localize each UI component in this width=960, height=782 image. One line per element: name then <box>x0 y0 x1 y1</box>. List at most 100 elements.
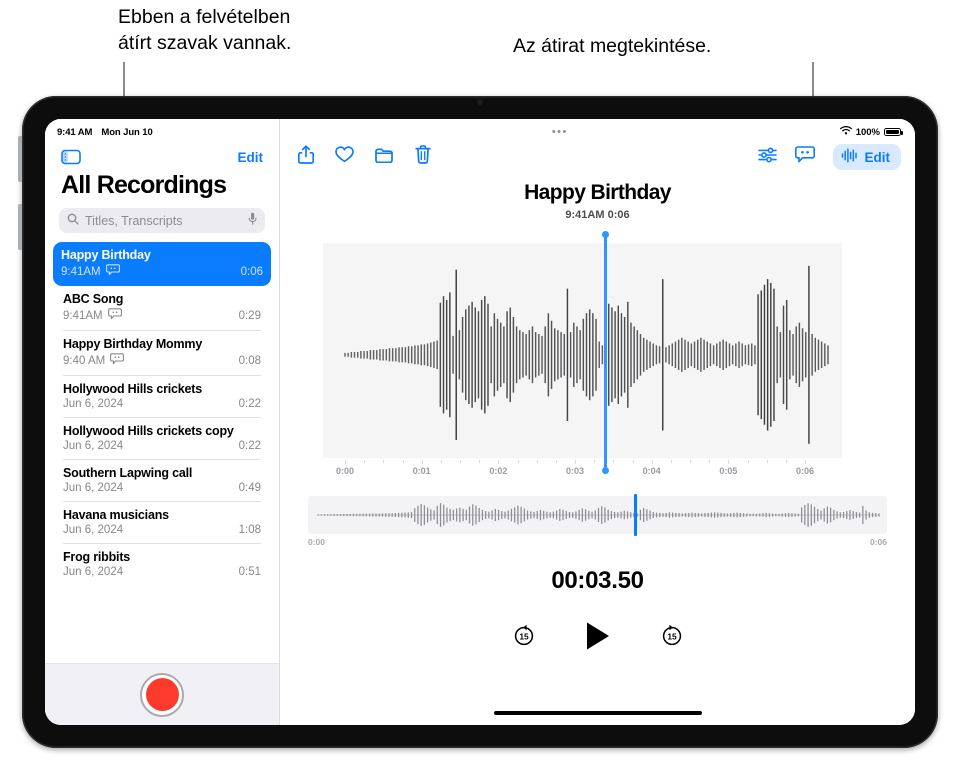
sidebar-edit-button[interactable]: Edit <box>238 150 264 165</box>
list-item[interactable]: Happy Birthday 9:41AM 0:06 <box>53 242 271 286</box>
list-item-meta: 9:40 AM 0:08 <box>63 353 261 368</box>
overview-playhead[interactable] <box>633 494 638 536</box>
callout-right-text: Az átirat megtekintése. <box>513 35 712 57</box>
axis-tick-label: 0:06 <box>795 466 815 476</box>
list-item-title: Southern Lapwing call <box>63 466 193 480</box>
ipad-device-frame: 9:41 AM Mon Jun 10 Edit All Recordings T… <box>18 96 938 748</box>
transcript-icon[interactable] <box>794 145 815 169</box>
wifi-icon <box>839 126 852 138</box>
axis-minor-tick <box>555 460 557 463</box>
axis-minor-tick <box>402 460 404 463</box>
battery-percent-label: 100% <box>855 126 880 138</box>
axis-tick <box>498 460 500 464</box>
overview-end-label: 0:06 <box>869 537 887 547</box>
axis-tick-label: 0:00 <box>335 466 355 476</box>
list-item-title: Havana musicians <box>63 508 169 522</box>
list-item-meta: 9:41AM 0:06 <box>61 264 263 279</box>
edit-label: Edit <box>864 149 891 165</box>
heart-icon[interactable] <box>335 146 354 168</box>
axis-tick <box>575 460 576 464</box>
transcript-badge-icon <box>105 264 120 276</box>
waveform-icon <box>841 148 859 166</box>
battery-icon <box>884 127 903 137</box>
axis-minor-tick <box>613 460 615 463</box>
svg-text:15: 15 <box>667 632 677 642</box>
list-item-duration: 0:22 <box>238 440 261 452</box>
axis-minor-tick <box>383 460 385 463</box>
overview-waveform[interactable] <box>308 494 887 536</box>
list-item-date: 9:40 AM <box>63 354 106 367</box>
axis-minor-tick <box>709 460 711 463</box>
overview-scrubber[interactable]: 0:00 0:06 <box>308 494 887 547</box>
waveform-playhead[interactable] <box>602 231 610 474</box>
list-item[interactable]: Hollywood Hills crickets copy Jun 6, 2024… <box>55 418 269 459</box>
status-bar-left: 9:41 AM Mon Jun 10 <box>45 119 279 141</box>
axis-minor-tick <box>517 460 519 463</box>
axis-minor-tick <box>460 460 461 463</box>
search-icon <box>67 212 79 230</box>
play-icon[interactable] <box>585 621 611 656</box>
overview-start-label: 0:00 <box>308 537 326 547</box>
list-item-meta: Jun 6, 2024 0:51 <box>63 566 261 578</box>
list-item[interactable]: Frog ribbits Jun 6, 2024 0:51 <box>55 544 269 585</box>
axis-tick-label: 0:01 <box>412 466 431 476</box>
main-detail-panel: ••• 100% Edit Happy Birthday 9:41AM 0:06… <box>280 119 915 725</box>
trash-icon[interactable] <box>415 145 431 169</box>
front-camera-icon <box>477 99 483 105</box>
transport-controls: 15 15 <box>280 621 915 656</box>
list-item-duration: 0:22 <box>238 398 261 410</box>
list-item-date: Jun 6, 2024 <box>63 440 124 452</box>
list-item-date: Jun 6, 2024 <box>63 566 124 578</box>
list-item-title: Hollywood Hills crickets copy <box>63 424 234 438</box>
search-placeholder: Titles, Transcripts <box>85 213 183 228</box>
list-item-date: 9:41AM <box>61 265 101 278</box>
list-item-duration: 0:51 <box>238 566 261 578</box>
recordings-list[interactable]: Happy Birthday 9:41AM 0:06 ABC Song 9:41AM 0:… <box>45 242 279 663</box>
share-icon[interactable] <box>297 145 315 169</box>
list-item-duration: 0:06 <box>240 265 263 278</box>
axis-minor-tick <box>670 460 672 463</box>
axis-minor-tick <box>747 460 749 463</box>
playhead-top-handle[interactable] <box>602 231 610 238</box>
transcript-badge-icon <box>110 353 125 368</box>
recording-subtitle: 9:41AM 0:06 <box>565 209 630 221</box>
list-item-duration: 0:49 <box>238 482 261 494</box>
list-item-date: 9:41AM <box>63 309 103 322</box>
waveform-time-axis: 0:00 0:01 0:02 0:03 0:04 0:05 0:06 <box>280 460 915 482</box>
list-item[interactable]: Southern Lapwing call Jun 6, 2024 0:49 <box>55 460 269 501</box>
sidebar-toggle-icon[interactable] <box>61 149 81 165</box>
more-dots-icon[interactable]: ••• <box>552 127 568 138</box>
list-item[interactable]: Happy Birthday Mommy 9:40 AM 0:08 <box>55 331 269 375</box>
list-item-date: Jun 6, 2024 <box>63 482 124 494</box>
list-item-title: Frog ribbits <box>63 550 131 564</box>
detail-toolbar: Edit <box>280 141 915 170</box>
list-item-title: ABC Song <box>63 292 124 306</box>
axis-minor-tick <box>766 460 768 463</box>
axis-minor-tick <box>440 460 442 463</box>
list-item-duration: 1:08 <box>238 524 261 536</box>
list-item[interactable]: ABC Song 9:41AM 0:29 <box>55 286 269 330</box>
skip-forward-15-icon[interactable]: 15 <box>659 623 685 654</box>
waveform-editor[interactable]: 0:00 0:01 0:02 0:03 0:04 0:05 0:06 <box>280 231 915 482</box>
search-input[interactable]: Titles, Transcripts <box>59 208 265 233</box>
folder-icon[interactable] <box>375 147 394 168</box>
record-button[interactable] <box>140 672 184 717</box>
list-item-meta: Jun 6, 2024 0:49 <box>63 482 261 494</box>
audio-settings-icon[interactable] <box>757 147 777 168</box>
waveform-display[interactable] <box>280 231 915 474</box>
axis-tick <box>345 460 346 464</box>
list-item[interactable]: Havana musicians Jun 6, 2024 1:08 <box>55 502 269 543</box>
axis-tick <box>805 460 806 464</box>
transcript-badge-icon <box>107 308 122 320</box>
svg-text:15: 15 <box>519 632 529 642</box>
axis-minor-tick <box>785 460 787 463</box>
skip-back-15-icon[interactable]: 15 <box>511 623 537 654</box>
edit-waveform-button[interactable]: Edit <box>832 144 901 170</box>
list-item-duration: 0:29 <box>238 309 261 322</box>
axis-minor-tick <box>594 460 596 463</box>
list-item-meta: Jun 6, 2024 0:22 <box>63 398 261 410</box>
ipad-screen: 9:41 AM Mon Jun 10 Edit All Recordings T… <box>45 119 915 725</box>
home-indicator <box>493 710 702 715</box>
microphone-icon[interactable] <box>248 212 257 230</box>
list-item[interactable]: Hollywood Hills crickets Jun 6, 2024 0:22 <box>55 376 269 417</box>
